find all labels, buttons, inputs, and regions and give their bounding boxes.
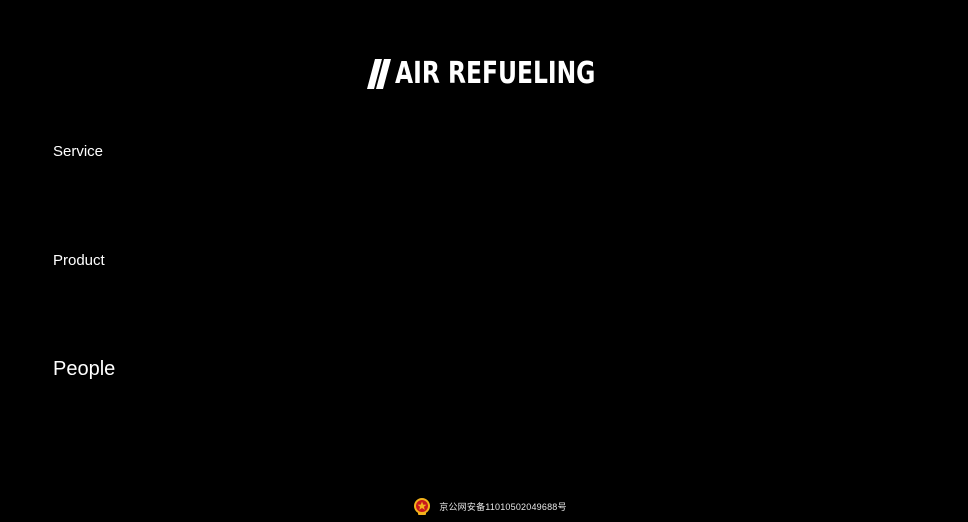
logo-wordmark: AIR REFUELING [394, 56, 595, 91]
police-badge-icon [414, 498, 431, 515]
nav-item-people[interactable]: People [53, 358, 115, 381]
logo-lockup[interactable]: AIR REFUELING [365, 56, 604, 92]
site-footer: 京公网安备11010502049688号 [0, 496, 968, 516]
double-slash-icon [366, 59, 391, 89]
nav-item-service[interactable]: Service [53, 143, 103, 160]
site-logo[interactable]: AIR REFUELING [0, 56, 968, 92]
icp-record[interactable]: 京公网安备11010502049688号 [413, 496, 567, 516]
record-number-link[interactable]: 京公网安备11010502049688号 [439, 500, 566, 513]
nav-item-product[interactable]: Product [53, 252, 105, 269]
